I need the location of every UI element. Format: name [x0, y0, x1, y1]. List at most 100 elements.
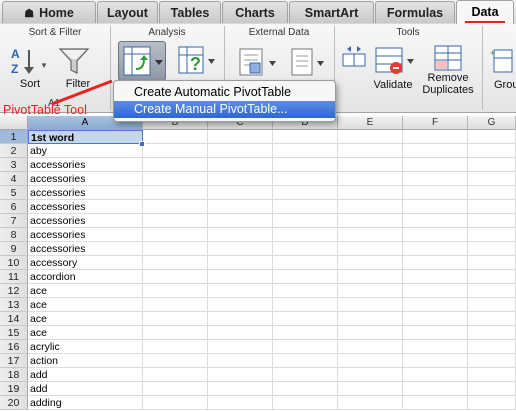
cell[interactable]	[273, 158, 338, 172]
cell[interactable]	[338, 284, 403, 298]
row-header[interactable]: 1	[0, 130, 28, 144]
tab-charts[interactable]: Charts	[222, 1, 288, 23]
cell-a[interactable]: adding	[28, 396, 143, 410]
remove-duplicates-button[interactable]	[433, 44, 463, 72]
filter-button[interactable]	[58, 46, 90, 76]
cell[interactable]	[468, 214, 516, 228]
cell-a[interactable]: ace	[28, 312, 143, 326]
cell[interactable]	[208, 172, 273, 186]
cell[interactable]	[143, 368, 208, 382]
cell-a[interactable]: add	[28, 368, 143, 382]
row-header[interactable]: 7	[0, 214, 28, 228]
cell-a[interactable]: ace	[28, 284, 143, 298]
validate-button[interactable]	[374, 44, 416, 78]
cell[interactable]	[403, 326, 468, 340]
cell[interactable]	[403, 242, 468, 256]
cell[interactable]	[208, 130, 273, 144]
cell-a[interactable]: acrylic	[28, 340, 143, 354]
row-header[interactable]: 3	[0, 158, 28, 172]
cell[interactable]	[273, 242, 338, 256]
cell[interactable]	[338, 326, 403, 340]
cell[interactable]	[468, 368, 516, 382]
cell[interactable]	[143, 158, 208, 172]
cell[interactable]	[273, 144, 338, 158]
cell[interactable]	[143, 144, 208, 158]
tab-smartart[interactable]: SmartArt	[289, 1, 374, 23]
row-header[interactable]: 10	[0, 256, 28, 270]
cell[interactable]	[403, 186, 468, 200]
cell[interactable]	[338, 382, 403, 396]
cell[interactable]	[208, 298, 273, 312]
tab-home[interactable]: ☗ Home	[2, 1, 96, 23]
cell[interactable]	[468, 228, 516, 242]
cell[interactable]	[273, 312, 338, 326]
cell[interactable]	[143, 298, 208, 312]
cell[interactable]	[403, 256, 468, 270]
cell[interactable]	[338, 214, 403, 228]
row-header[interactable]: 11	[0, 270, 28, 284]
cell[interactable]	[143, 312, 208, 326]
cell[interactable]	[208, 200, 273, 214]
cell[interactable]	[208, 382, 273, 396]
cell[interactable]	[403, 312, 468, 326]
sort-dropdown-arrow-icon[interactable]: ▼	[40, 61, 48, 70]
row-header[interactable]: 5	[0, 186, 28, 200]
cell[interactable]	[403, 284, 468, 298]
cell[interactable]	[273, 326, 338, 340]
cell[interactable]	[338, 256, 403, 270]
cell[interactable]	[143, 214, 208, 228]
tab-tables[interactable]: Tables	[159, 1, 221, 23]
cell-a[interactable]: accordion	[28, 270, 143, 284]
sort-button[interactable]: A Z	[10, 46, 38, 76]
cell[interactable]	[273, 130, 338, 144]
row-header[interactable]: 15	[0, 326, 28, 340]
row-header[interactable]: 19	[0, 382, 28, 396]
menu-item-create-automatic-pivottable[interactable]: Create Automatic PivotTable	[114, 84, 335, 101]
cell[interactable]	[468, 354, 516, 368]
cell-a[interactable]: aby	[28, 144, 143, 158]
row-header[interactable]: 2	[0, 144, 28, 158]
cell[interactable]	[338, 298, 403, 312]
cell[interactable]	[208, 396, 273, 410]
cell-a[interactable]: ace	[28, 326, 143, 340]
what-if-button[interactable]: ?	[176, 43, 216, 77]
cell[interactable]	[208, 284, 273, 298]
fill-handle[interactable]	[139, 141, 145, 147]
cell[interactable]	[338, 228, 403, 242]
cell-a[interactable]: accessories	[28, 172, 143, 186]
cell[interactable]	[143, 396, 208, 410]
cell[interactable]	[468, 340, 516, 354]
row-header[interactable]: 13	[0, 298, 28, 312]
cell[interactable]	[273, 382, 338, 396]
cell[interactable]	[338, 340, 403, 354]
cell[interactable]	[468, 242, 516, 256]
tab-formulas[interactable]: Formulas	[375, 1, 455, 23]
cell[interactable]	[143, 382, 208, 396]
cell[interactable]	[208, 256, 273, 270]
cell[interactable]	[338, 158, 403, 172]
cell[interactable]	[143, 200, 208, 214]
cell[interactable]	[468, 396, 516, 410]
cell-a[interactable]: ace	[28, 298, 143, 312]
cell[interactable]	[338, 186, 403, 200]
cell[interactable]	[403, 144, 468, 158]
select-all-corner[interactable]	[0, 116, 28, 130]
cell[interactable]	[468, 158, 516, 172]
cell[interactable]	[143, 242, 208, 256]
cell[interactable]	[468, 186, 516, 200]
cell-a[interactable]: accessories	[28, 186, 143, 200]
cell[interactable]	[273, 172, 338, 186]
row-header[interactable]: 18	[0, 368, 28, 382]
cell[interactable]	[338, 172, 403, 186]
cell[interactable]	[273, 340, 338, 354]
row-header[interactable]: 8	[0, 228, 28, 242]
cell[interactable]	[273, 186, 338, 200]
cell[interactable]	[338, 312, 403, 326]
row-header[interactable]: 4	[0, 172, 28, 186]
tab-layout[interactable]: Layout	[97, 1, 158, 23]
cell[interactable]	[468, 284, 516, 298]
cell[interactable]	[468, 326, 516, 340]
cell[interactable]	[273, 368, 338, 382]
cell[interactable]	[143, 256, 208, 270]
cell[interactable]	[208, 228, 273, 242]
